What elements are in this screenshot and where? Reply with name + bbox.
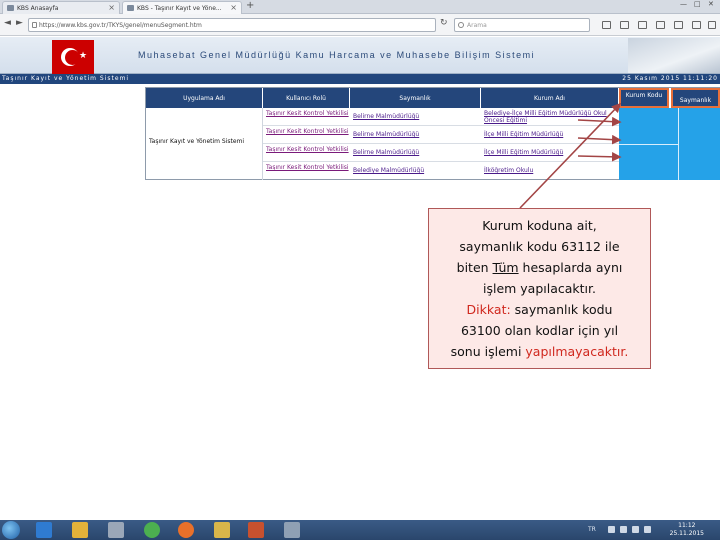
volume-icon[interactable] (644, 526, 651, 533)
code-cells-highlight (619, 108, 720, 180)
tab-label: KBS - Taşınır Kayıt ve Yöne... (137, 5, 222, 12)
flag-icon[interactable] (608, 526, 615, 533)
header-saymanlik-kodu: Saymanlık (671, 88, 720, 108)
kurum-link[interactable]: İlçe Milli Eğitim Müdürlüğü (481, 126, 619, 144)
maximize-button[interactable]: □ (694, 0, 701, 8)
new-tab-button[interactable]: + (246, 0, 254, 11)
subsystem-bar: Taşınır Kayıt ve Yönetim Sistemi 25 Kası… (0, 74, 720, 84)
callout-line: işlem yapılacaktır. (482, 281, 596, 296)
menu-icon[interactable] (708, 21, 716, 29)
monitor-icon[interactable] (620, 526, 627, 533)
callout-line: saymanlık kodu 63112 ile (459, 239, 620, 254)
browser-tabbar: KBS Anasayfa × KBS - Taşınır Kayıt ve Yö… (0, 0, 720, 14)
saymanlik-link[interactable]: Belirne Malmüdürlüğü (350, 126, 481, 144)
document-icon[interactable] (108, 522, 124, 538)
role-link[interactable]: Taşınır Kesit Kontrol Yetkilisi (263, 126, 350, 144)
home-icon[interactable] (656, 21, 665, 29)
search-placeholder: Arama (467, 22, 487, 29)
addon-icon[interactable] (674, 21, 683, 29)
role-table: Uygulama Adı Kullanıcı Rolü Saymanlık Ku… (145, 87, 720, 180)
kurum-link[interactable]: İlköğretim Okulu (481, 162, 619, 180)
callout-line: sonu işlemi yapılmayacaktır. (450, 344, 629, 359)
back-icon[interactable]: ◄ (4, 18, 11, 28)
browser-navbar: ◄ ► https://www.kbs.gov.tr/TKYS/genel/me… (0, 14, 720, 36)
close-window-button[interactable]: ✕ (708, 0, 714, 8)
powerpoint-icon[interactable] (248, 522, 264, 538)
language-indicator[interactable]: TR (588, 526, 596, 533)
datetime-text: 25 Kasım 2015 11:11:20 (622, 75, 718, 82)
header-saymanlik: Saymanlık (350, 88, 481, 108)
download-icon[interactable] (638, 21, 647, 29)
lock-icon (32, 22, 37, 28)
callout-line: 63100 olan kodlar için yıl (460, 323, 619, 338)
network-icon[interactable] (632, 526, 639, 533)
callout-line: Kurum koduna ait, (482, 218, 597, 233)
site-title: Muhasebat Genel Müdürlüğü Kamu Harcama v… (138, 50, 536, 60)
header-hand-image (628, 38, 720, 73)
saymanlik-link[interactable]: Belirne Malmüdürlüğü (350, 108, 481, 126)
header-uygulama: Uygulama Adı (146, 88, 263, 108)
header-kurum-kodu: Kurum Kodu (619, 88, 669, 108)
chat-icon[interactable] (692, 21, 701, 29)
info-callout: Kurum koduna ait, saymanlık kodu 63112 i… (428, 208, 651, 369)
callout-line: biten Tüm hesaplarda aynı (456, 260, 623, 275)
callout-warning: Dikkat: saymanlık kodu (466, 302, 613, 317)
start-button[interactable] (2, 521, 20, 539)
minimize-button[interactable]: — (680, 0, 687, 8)
browser-tab-2[interactable]: KBS - Taşınır Kayıt ve Yöne... × (122, 1, 242, 14)
tool-icon[interactable] (284, 522, 300, 538)
reload-icon[interactable]: ↻ (440, 18, 448, 28)
favicon-icon (127, 5, 134, 11)
saymanlik-link[interactable]: Belediye Malmüdürlüğü (350, 162, 481, 180)
forward-icon[interactable]: ► (16, 18, 23, 28)
kurum-link[interactable]: Belediye-İlçe Milli Eğitim Müdürlüğü Oku… (481, 108, 619, 126)
bookmarks-icon[interactable] (620, 21, 629, 29)
header-kurum-adi: Kurum Adı (481, 88, 619, 108)
browser-tab-1[interactable]: KBS Anasayfa × (2, 1, 120, 14)
address-bar[interactable]: https://www.kbs.gov.tr/TKYS/genel/menuSe… (28, 18, 436, 32)
header-rol: Kullanıcı Rolü (263, 88, 350, 108)
url-text: https://www.kbs.gov.tr/TKYS/genel/menuSe… (39, 22, 202, 29)
system-tray: TR 11:12 25.11.2015 (580, 520, 720, 540)
explorer-icon[interactable] (72, 522, 88, 538)
subsystem-title: Taşınır Kayıt ve Yönetim Sistemi (2, 75, 130, 82)
role-link[interactable]: Taşınır Kesit Kontrol Yetkilisi (263, 144, 350, 162)
ie-icon[interactable] (36, 522, 52, 538)
turkish-flag-logo: ★ (52, 40, 94, 74)
saymanlik-link[interactable]: Belirne Malmüdürlüğü (350, 144, 481, 162)
kurum-link[interactable]: İlçe Milli Eğitim Müdürlüğü (481, 144, 619, 162)
chrome-icon[interactable] (144, 522, 160, 538)
close-icon[interactable]: × (230, 3, 237, 12)
tab-label: KBS Anasayfa (17, 5, 59, 12)
role-link[interactable]: Taşınır Kesit Kontrol Yetkilisi (263, 108, 350, 126)
windows-taskbar: TR 11:12 25.11.2015 (0, 520, 720, 540)
folder-icon[interactable] (214, 522, 230, 538)
role-link[interactable]: Taşınır Kesit Kontrol Yetkilisi (263, 162, 350, 180)
application-name: Taşınır Kayıt ve Yönetim Sistemi (146, 108, 263, 180)
clock[interactable]: 11:12 25.11.2015 (670, 522, 704, 538)
search-icon (458, 22, 464, 28)
close-icon[interactable]: × (108, 3, 115, 12)
favicon-icon (7, 5, 14, 11)
bookmark-star-icon[interactable] (602, 21, 611, 29)
search-input[interactable]: Arama (454, 18, 590, 32)
firefox-icon[interactable] (178, 522, 194, 538)
